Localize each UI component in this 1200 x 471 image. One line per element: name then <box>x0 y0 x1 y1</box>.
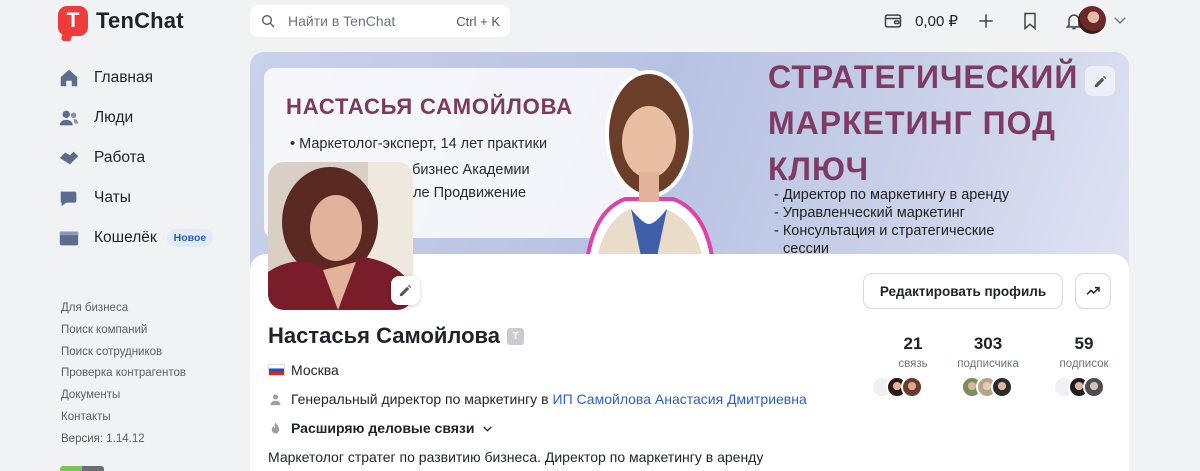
avatar <box>1083 376 1105 398</box>
sidebar-item-label: Главная <box>94 69 153 86</box>
wallet-top-button[interactable] <box>877 5 909 37</box>
connections-avatars[interactable] <box>871 376 923 398</box>
footer-link[interactable]: Проверка контрагентов <box>61 365 186 387</box>
search-icon <box>262 15 275 28</box>
chevron-down-icon <box>482 425 492 432</box>
bookmarks-button[interactable] <box>1014 5 1046 37</box>
sidebar-item-label: Чаты <box>94 189 131 206</box>
home-icon <box>60 69 78 87</box>
pencil-icon <box>399 284 412 297</box>
stat-label: связь <box>898 358 928 370</box>
company-link[interactable]: ИП Самойлова Анастасия Дмитриевна <box>553 391 807 407</box>
sidebar-item-work[interactable]: Работа <box>58 138 228 178</box>
sidebar-item-chats[interactable]: Чаты <box>58 178 228 218</box>
chevron-down-icon[interactable] <box>1111 11 1129 29</box>
search-shortcut: Ctrl + K <box>456 13 500 29</box>
stat-value: 59 <box>1074 334 1094 353</box>
footer-links: Для бизнеса Поиск компаний Поиск сотрудн… <box>61 300 186 453</box>
logo-mark-icon: T <box>58 6 88 36</box>
status-label: Расширяю деловые связи <box>291 420 475 436</box>
person-icon <box>270 394 281 405</box>
edit-avatar-button[interactable] <box>391 276 420 305</box>
pencil-icon <box>1094 75 1106 87</box>
followers-avatars[interactable] <box>961 376 1013 398</box>
wallet-balance[interactable]: 0,00 ₽ <box>915 12 958 30</box>
statistics-button[interactable] <box>1075 273 1111 309</box>
footer-link[interactable]: Для бизнеса <box>61 300 186 322</box>
sidebar-item-label: Люди <box>94 109 134 126</box>
profile-bio: Маркетолог стратег по развитию бизнеса. … <box>268 449 763 465</box>
trending-up-icon <box>1086 286 1100 295</box>
position-label: Генеральный директор по маркетингу в <box>291 391 549 407</box>
bookmark-icon <box>1024 12 1036 31</box>
stat-followers[interactable]: 303 подписчика <box>950 334 1026 370</box>
profile-name: Настасья Самойлова <box>268 323 501 348</box>
bio-text: Маркетолог стратег по развитию бизнеса. … <box>268 449 764 465</box>
cover-bullet: и бизнес Академии <box>400 162 530 178</box>
cover-name: НАСТАСЬЯ САМОЙЛОВА <box>286 94 573 119</box>
stat-connections[interactable]: 21 связь <box>893 334 933 370</box>
verified-badge-icon[interactable]: T <box>507 328 524 345</box>
avatar <box>991 376 1013 398</box>
search-bar[interactable]: Ctrl + K <box>250 5 510 37</box>
sidebar-item-home[interactable]: Главная <box>58 58 228 98</box>
cover-headline-line: МАРКЕТИНГ ПОД <box>768 105 1056 141</box>
wallet-icon <box>59 231 79 246</box>
logo-text: TenChat <box>96 8 184 33</box>
profile-city: Москва <box>268 362 339 378</box>
user-avatar[interactable] <box>1078 6 1106 34</box>
people-icon <box>59 110 79 126</box>
cover-bullet: але Продвижение <box>405 185 527 201</box>
sidebar-item-wallet[interactable]: Кошелёк Новое <box>58 218 228 258</box>
cover-list-item: - Консультация и стратегические <box>774 223 995 239</box>
fire-icon <box>271 421 280 433</box>
cover-headline-line: СТРАТЕГИЧЕСКИЙ <box>768 59 1079 95</box>
sidebar-item-label: Кошелёк <box>94 229 157 246</box>
cover-bullet: • Маркетолог-эксперт, 14 лет практики <box>290 136 548 152</box>
logo[interactable]: T TenChat <box>58 6 184 36</box>
profile-status[interactable]: Расширяю деловые связи <box>268 420 494 436</box>
sidebar-item-label: Работа <box>94 149 146 166</box>
avatar <box>901 376 923 398</box>
plus-icon <box>979 14 993 28</box>
following-avatars[interactable] <box>1053 376 1105 398</box>
create-button[interactable] <box>970 5 1002 37</box>
cover-list-item: - Директор по маркетингу в аренду <box>774 187 1010 203</box>
new-badge: Новое <box>166 229 214 247</box>
cover-headline: СТРАТЕГИЧЕСКИЙ МАРКЕТИНГ ПОД КЛЮЧ <box>768 54 1108 192</box>
sidebar-nav: Главная Люди Работа Чаты Кошелёк Новое <box>58 58 228 258</box>
search-input[interactable] <box>288 13 438 29</box>
city-label: Москва <box>291 362 339 378</box>
sidebar-item-people[interactable]: Люди <box>58 98 228 138</box>
footer-link[interactable]: Документы <box>61 387 186 409</box>
language-switch[interactable] <box>60 466 104 471</box>
chat-icon <box>60 191 77 207</box>
footer-link[interactable]: Поиск сотрудников <box>61 344 186 366</box>
app-version: Версия: 1.14.12 <box>61 432 145 445</box>
stat-value: 21 <box>903 334 923 353</box>
wallet-top-icon <box>884 14 902 28</box>
edit-profile-button[interactable]: Редактировать профиль <box>863 273 1063 309</box>
stat-value: 303 <box>973 334 1003 353</box>
russia-flag-icon <box>268 364 285 376</box>
stat-following[interactable]: 59 подписок <box>1054 334 1114 370</box>
stat-label: подписчика <box>957 358 1019 370</box>
stat-label: подписок <box>1059 358 1109 370</box>
cover-person-photo <box>583 70 717 282</box>
work-icon <box>59 151 79 165</box>
cover-list: - Директор по маркетингу в аренду - Упра… <box>774 186 1009 258</box>
footer-link[interactable]: Поиск компаний <box>61 322 186 344</box>
edit-cover-button[interactable] <box>1085 66 1115 96</box>
cover-list-item: - Управленческий маркетинг <box>774 205 965 221</box>
profile-position: Генеральный директор по маркетингу в ИП … <box>268 391 807 407</box>
footer-link[interactable]: Контакты <box>61 409 186 431</box>
